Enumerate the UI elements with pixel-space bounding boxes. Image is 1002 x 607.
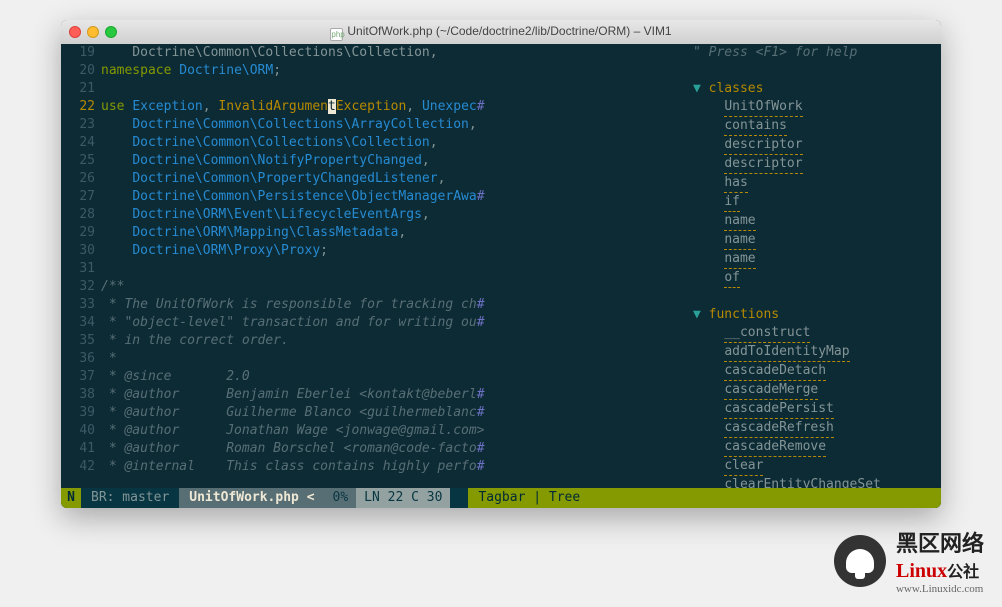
- code-line[interactable]: Doctrine\ORM\Mapping\ClassMetadata,: [101, 224, 686, 242]
- editor-area[interactable]: 1920212223242526272829303132333435363738…: [61, 44, 941, 488]
- watermark: 黑区网络 Linux公社 www.Linuxidc.com: [834, 526, 984, 595]
- line-number: 39: [61, 404, 95, 422]
- line-number: 35: [61, 332, 95, 350]
- minimize-icon[interactable]: [87, 26, 99, 38]
- line-number: 22: [61, 98, 95, 116]
- git-branch: BR: master: [81, 488, 179, 508]
- line-number: 31: [61, 260, 95, 278]
- code-line[interactable]: * The UnitOfWork is responsible for trac…: [101, 296, 686, 314]
- line-number: 25: [61, 152, 95, 170]
- tagbar-item[interactable]: cascadeDetach: [693, 362, 941, 381]
- code-line[interactable]: Doctrine\Common\Persistence\ObjectManage…: [101, 188, 686, 206]
- tagbar-item[interactable]: clear: [693, 457, 941, 476]
- tagbar-item[interactable]: UnitOfWork: [693, 98, 941, 117]
- code-line[interactable]: * @internal This class contains highly p…: [101, 458, 686, 476]
- line-number: 40: [61, 422, 95, 440]
- tagbar-item[interactable]: cascadeRemove: [693, 438, 941, 457]
- titlebar[interactable]: phpUnitOfWork.php (~/Code/doctrine2/lib/…: [61, 20, 941, 44]
- tagbar-item[interactable]: has: [693, 174, 941, 193]
- file-icon: php: [330, 28, 343, 41]
- cursor-position: LN 22 C 30: [356, 488, 450, 508]
- code-line[interactable]: * @author Roman Borschel <roman@code-fac…: [101, 440, 686, 458]
- code-line[interactable]: Doctrine\Common\Collections\Collection,: [101, 134, 686, 152]
- line-number: 23: [61, 116, 95, 134]
- mushroom-icon: [834, 535, 886, 587]
- tagbar-item[interactable]: cascadePersist: [693, 400, 941, 419]
- watermark-cn: 黑区网络: [896, 526, 984, 558]
- line-number: 37: [61, 368, 95, 386]
- vim-window: phpUnitOfWork.php (~/Code/doctrine2/lib/…: [61, 20, 941, 508]
- code-line[interactable]: * @author Benjamin Eberlei <kontakt@bebe…: [101, 386, 686, 404]
- zoom-icon[interactable]: [105, 26, 117, 38]
- statusbar: N BR: master UnitOfWork.php < 0% LN 22 C…: [61, 488, 941, 508]
- code-line[interactable]: Doctrine\Common\Collections\Collection,: [101, 44, 686, 62]
- code-line[interactable]: [101, 80, 686, 98]
- tagbar-section-classes[interactable]: ▼ classes: [693, 80, 941, 98]
- close-icon[interactable]: [69, 26, 81, 38]
- code-line[interactable]: * in the correct order.: [101, 332, 686, 350]
- tagbar-section-functions[interactable]: ▼ functions: [693, 306, 941, 324]
- scroll-percent: 0%: [325, 488, 357, 508]
- tagbar-item[interactable]: name: [693, 250, 941, 269]
- line-number: 42: [61, 458, 95, 476]
- watermark-brand: Linux: [896, 560, 947, 582]
- line-gutter: 1920212223242526272829303132333435363738…: [61, 44, 101, 488]
- filename: UnitOfWork.php <: [179, 488, 324, 508]
- line-number: 34: [61, 314, 95, 332]
- tagbar-item[interactable]: descriptor: [693, 155, 941, 174]
- code-line[interactable]: *: [101, 350, 686, 368]
- line-number: 32: [61, 278, 95, 296]
- line-number: 21: [61, 80, 95, 98]
- line-number: 33: [61, 296, 95, 314]
- code-line[interactable]: Doctrine\ORM\Proxy\Proxy;: [101, 242, 686, 260]
- code-line[interactable]: * @since 2.0: [101, 368, 686, 386]
- code-buffer[interactable]: Doctrine\Common\Collections\Collection,n…: [101, 44, 686, 488]
- code-line[interactable]: * @author Guilherme Blanco <guilhermebla…: [101, 404, 686, 422]
- line-number: 28: [61, 206, 95, 224]
- tagbar-item[interactable]: addToIdentityMap: [693, 343, 941, 362]
- tagbar-help: " Press <F1> for help: [693, 44, 941, 62]
- line-number: 29: [61, 224, 95, 242]
- code-line[interactable]: [101, 260, 686, 278]
- watermark-url: www.Linuxidc.com: [896, 583, 984, 595]
- code-line[interactable]: * @author Jonathan Wage <jonwage@gmail.c…: [101, 422, 686, 440]
- code-line[interactable]: Doctrine\Common\Collections\ArrayCollect…: [101, 116, 686, 134]
- tagbar-item[interactable]: __construct: [693, 324, 941, 343]
- tagbar-item[interactable]: cascadeMerge: [693, 381, 941, 400]
- status-right: Tagbar | Tree: [468, 488, 941, 508]
- tagbar-item[interactable]: cascadeRefresh: [693, 419, 941, 438]
- line-number: 26: [61, 170, 95, 188]
- code-line[interactable]: Doctrine\ORM\Event\LifecycleEventArgs,: [101, 206, 686, 224]
- line-number: 19: [61, 44, 95, 62]
- code-line[interactable]: Doctrine\Common\NotifyPropertyChanged,: [101, 152, 686, 170]
- line-number: 38: [61, 386, 95, 404]
- code-line[interactable]: Doctrine\Common\PropertyChangedListener,: [101, 170, 686, 188]
- code-line[interactable]: * "object-level" transaction and for wri…: [101, 314, 686, 332]
- code-line[interactable]: /**: [101, 278, 686, 296]
- line-number: 36: [61, 350, 95, 368]
- status-gap: [450, 488, 468, 508]
- tagbar-item[interactable]: descriptor: [693, 136, 941, 155]
- tagbar-item[interactable]: name: [693, 231, 941, 250]
- line-number: 41: [61, 440, 95, 458]
- mode-indicator: N: [61, 488, 81, 508]
- code-line[interactable]: use Exception, InvalidArgumentException,…: [101, 98, 686, 116]
- tagbar-item[interactable]: of: [693, 269, 941, 288]
- tagbar-item[interactable]: if: [693, 193, 941, 212]
- line-number: 24: [61, 134, 95, 152]
- tagbar-panel[interactable]: " Press <F1> for help ▼ classes UnitOfWo…: [686, 44, 941, 488]
- line-number: 20: [61, 62, 95, 80]
- window-title: phpUnitOfWork.php (~/Code/doctrine2/lib/…: [61, 24, 941, 41]
- tagbar-item[interactable]: name: [693, 212, 941, 231]
- traffic-lights: [69, 26, 117, 38]
- line-number: 27: [61, 188, 95, 206]
- code-line[interactable]: namespace Doctrine\ORM;: [101, 62, 686, 80]
- tagbar-item[interactable]: contains: [693, 117, 941, 136]
- line-number: 30: [61, 242, 95, 260]
